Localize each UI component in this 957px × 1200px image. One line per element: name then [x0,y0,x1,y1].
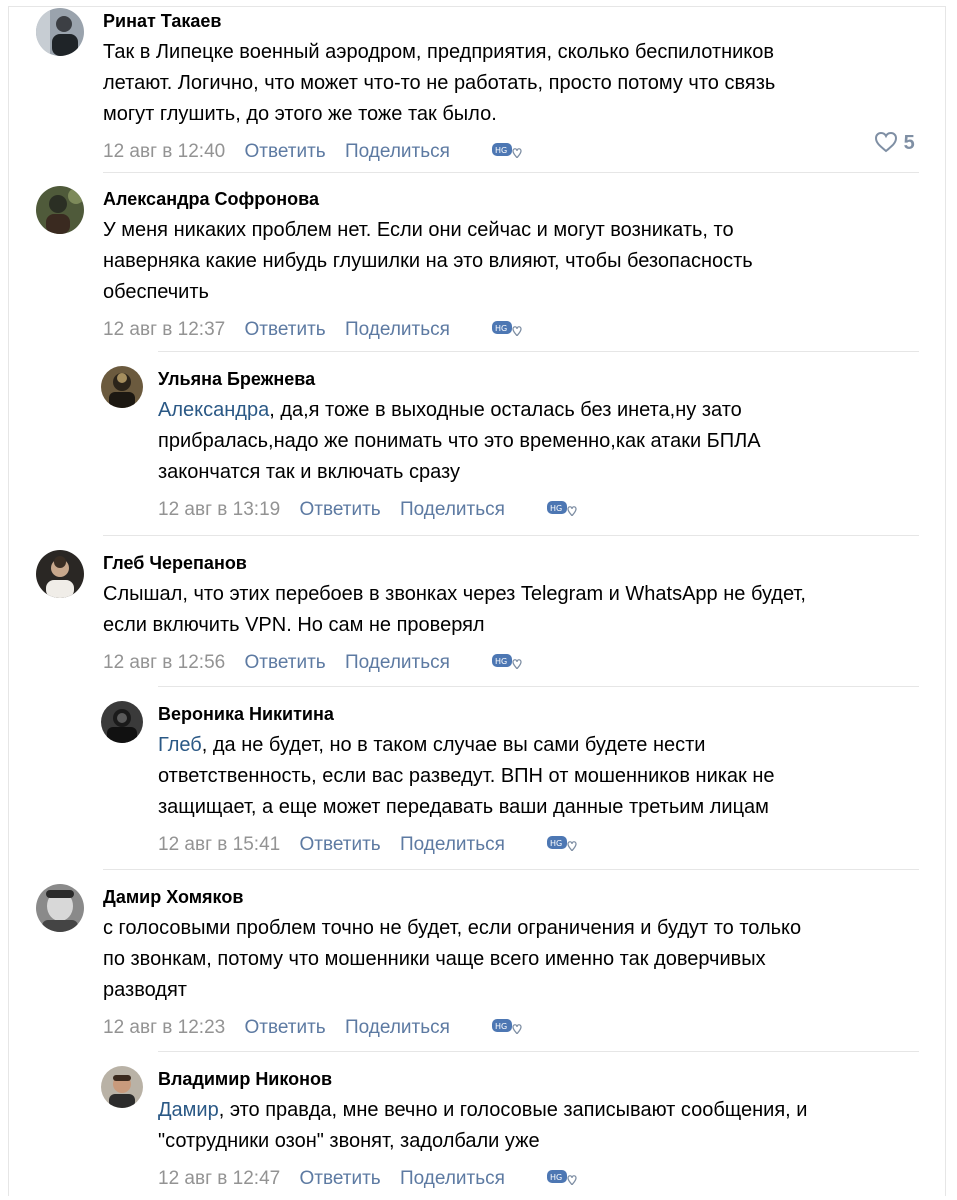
comment-line: летают. Логично, что может что-то не раб… [103,72,776,94]
reply-button[interactable]: Ответить [244,652,325,674]
comment-line: Дамир, это правда, мне вечно и голосовые… [158,1095,807,1126]
reaction-heart-icon[interactable]: HG [491,317,525,347]
comment-meta: 12 авг в 15:41 Ответить Поделиться HG [158,830,775,858]
share-button[interactable]: Поделиться [345,141,450,163]
svg-text:HG: HG [550,504,562,513]
avatar[interactable] [36,884,84,932]
svg-text:HG: HG [550,839,562,848]
svg-text:HG: HG [495,1022,507,1031]
share-button[interactable]: Поделиться [400,499,505,521]
avatar[interactable] [101,701,143,743]
share-button[interactable]: Поделиться [345,319,450,341]
reaction-heart-icon[interactable]: HG [546,1166,580,1196]
separator [158,351,919,352]
comment-line: У меня никаких проблем нет. Если они сей… [103,219,734,241]
comment-line: Глеб, да не будет, но в таком случае вы … [158,730,775,761]
reaction-heart-icon[interactable]: HG [546,497,580,527]
svg-text:HG: HG [495,324,507,333]
timestamp[interactable]: 12 авг в 12:40 [103,141,225,163]
reaction-heart-icon[interactable]: HG [491,650,525,680]
comment-meta: 12 авг в 12:47 Ответить Поделиться HG [158,1164,807,1192]
mention-link[interactable]: Глеб [158,734,202,756]
reply-button[interactable]: Ответить [244,319,325,341]
author-name[interactable]: Дамир Хомяков [103,886,801,908]
timestamp[interactable]: 12 авг в 12:56 [103,652,225,674]
svg-text:HG: HG [495,146,507,155]
reply-button[interactable]: Ответить [244,141,325,163]
share-button[interactable]: Поделиться [400,1168,505,1190]
comment-line: наверняка какие нибудь глушилки на это в… [103,250,753,272]
separator [103,535,919,536]
comment-line: ответственность, если вас разведут. ВПН … [158,765,775,787]
separator [103,172,919,173]
comment-meta: 12 авг в 13:19 Ответить Поделиться HG [158,495,761,523]
svg-text:HG: HG [495,657,507,666]
reply-button[interactable]: Ответить [299,1168,380,1190]
timestamp[interactable]: 12 авг в 12:47 [158,1168,280,1190]
share-button[interactable]: Поделиться [345,1017,450,1039]
author-name[interactable]: Ринат Такаев [103,10,775,32]
comment-line: Так в Липецке военный аэродром, предприя… [103,41,775,63]
timestamp[interactable]: 12 авг в 15:41 [158,834,280,856]
separator [158,1051,919,1052]
reaction-heart-icon[interactable]: HG [491,139,525,169]
comment-meta: 12 авг в 12:37 Ответить Поделиться HG [103,315,753,343]
comment-text: У меня никаких проблем нет. Если они сей… [103,215,753,308]
comment-text: Александра, да,я тоже в выходные осталас… [158,395,761,488]
comment-text: с голосовыми проблем точно не будет, есл… [103,913,801,1006]
author-name[interactable]: Ульяна Брежнева [158,368,761,390]
comment-meta: 12 авг в 12:23 Ответить Поделиться HG [103,1013,801,1041]
mention-link[interactable]: Дамир [158,1099,219,1121]
share-button[interactable]: Поделиться [345,652,450,674]
comment-line: могут глушить, до этого же тоже так было… [103,103,497,125]
avatar[interactable] [36,186,84,234]
like-count: 5 [903,132,915,154]
reply-button[interactable]: Ответить [299,499,380,521]
comment-line: с голосовыми проблем точно не будет, есл… [103,917,802,939]
comment-line: "сотрудники озон" звонят, задолбали уже [158,1130,540,1152]
comment-line: прибралась,надо же понимать что это врем… [158,430,761,452]
comment-line: разводят [103,979,187,1001]
comment-meta: 12 авг в 12:40 Ответить Поделиться HG [103,137,775,165]
comment-line: если включить VPN. Но сам не проверял [103,614,485,636]
separator [103,869,919,870]
avatar[interactable] [101,1066,143,1108]
comment-line: Александра, да,я тоже в выходные осталас… [158,395,761,426]
timestamp[interactable]: 12 авг в 12:23 [103,1017,225,1039]
heart-outline-icon [874,131,898,153]
like-button[interactable]: 5 [874,131,915,155]
comment-line: Слышал, что этих перебоев в звонках чере… [103,583,806,605]
mention-link[interactable]: Александра [158,399,269,421]
reply-button[interactable]: Ответить [244,1017,325,1039]
comment-line: защищает, а еще может передавать ваши да… [158,796,769,818]
author-name[interactable]: Владимир Никонов [158,1068,807,1090]
avatar[interactable] [36,550,84,598]
comment-text: Так в Липецке военный аэродром, предприя… [103,37,775,130]
svg-text:HG: HG [550,1173,562,1182]
author-name[interactable]: Глеб Черепанов [103,552,806,574]
timestamp[interactable]: 12 авг в 12:37 [103,319,225,341]
comment-line-text: , это правда, мне вечно и голосовые запи… [218,1099,808,1121]
comment-line-text: , да,я тоже в выходные осталась без инет… [269,399,742,421]
separator [158,686,919,687]
comment-meta: 12 авг в 12:56 Ответить Поделиться HG [103,648,806,676]
timestamp[interactable]: 12 авг в 13:19 [158,499,280,521]
avatar[interactable] [36,8,84,56]
reaction-heart-icon[interactable]: HG [491,1015,525,1045]
comment-line: по звонкам, потому что мошенники чаще вс… [103,948,766,970]
reply-button[interactable]: Ответить [299,834,380,856]
avatar[interactable] [101,366,143,408]
comment-line: закончатся так и включать сразу [158,461,460,483]
comment-line-text: , да не будет, но в таком случае вы сами… [201,734,706,756]
author-name[interactable]: Александра Софронова [103,188,753,210]
share-button[interactable]: Поделиться [400,834,505,856]
comment-text: Дамир, это правда, мне вечно и голосовые… [158,1095,807,1157]
author-name[interactable]: Вероника Никитина [158,703,775,725]
comment-text: Глеб, да не будет, но в таком случае вы … [158,730,775,823]
comment-line: обеспечить [103,281,209,303]
comment-text: Слышал, что этих перебоев в звонках чере… [103,579,806,641]
reaction-heart-icon[interactable]: HG [546,832,580,862]
